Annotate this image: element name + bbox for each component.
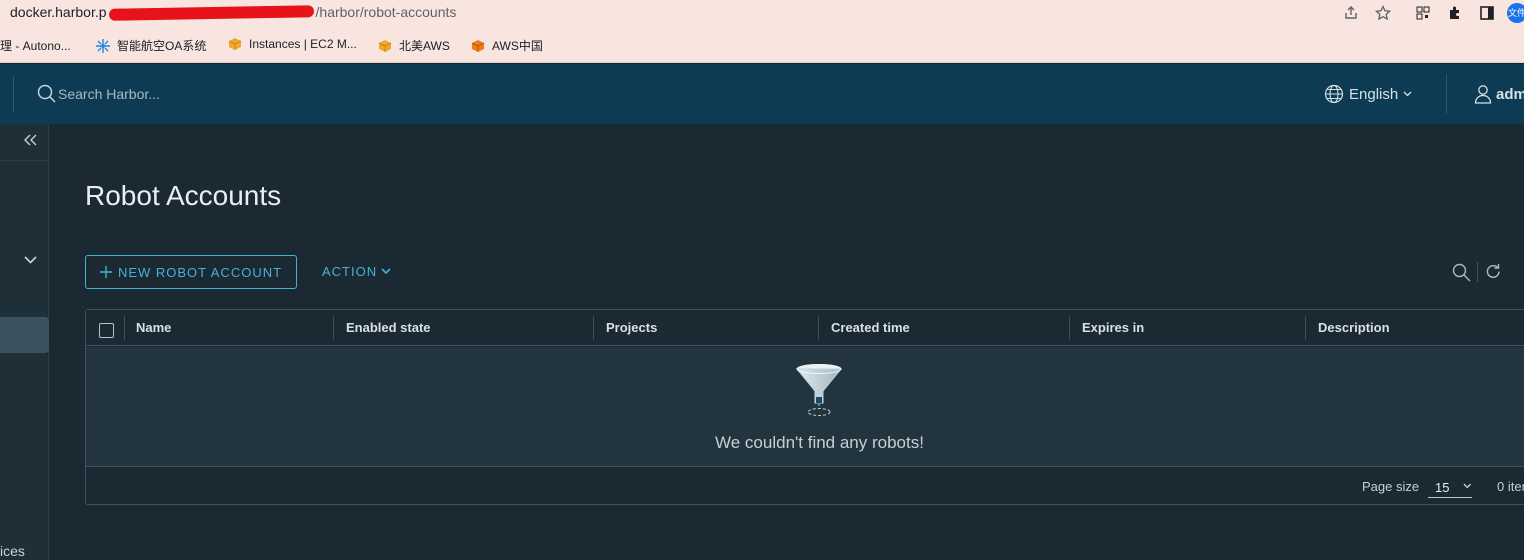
toolbar-divider [1477,262,1478,282]
bookmark-label: Instances | EC2 M... [249,37,357,51]
chevron-down-icon [381,268,391,275]
sidebar-divider [0,160,49,161]
bookmark-item[interactable]: Instances | EC2 M... [228,37,357,51]
chevron-down-icon [1463,483,1472,489]
table-empty-state: We couldn't find any robots! [86,347,1524,467]
bookmark-item[interactable]: 管理 - Autono... [0,37,71,54]
search-input[interactable] [58,83,318,105]
sidebar-item-label[interactable]: ices [0,543,25,559]
item-count: 0 items [1497,479,1524,494]
sidebar: ices [0,124,49,560]
column-header-description[interactable]: Description [1318,310,1390,346]
share-icon[interactable] [1342,4,1360,22]
refresh-icon[interactable] [1485,263,1502,280]
action-label: ACTION [322,264,378,279]
globe-icon [1324,84,1344,104]
sidebar-item-robot-accounts[interactable] [0,317,49,353]
url-prefix: docker.harbor.p [10,4,107,20]
collapse-sidebar-icon[interactable] [24,134,38,146]
username: admin [1496,85,1524,103]
new-robot-account-label: NEW ROBOT ACCOUNT [117,264,283,280]
column-divider[interactable] [1305,316,1306,340]
bookmark-label: 北美AWS [399,39,450,53]
column-divider[interactable] [333,316,334,340]
header-divider [1446,74,1447,114]
column-header-created-time[interactable]: Created time [831,310,910,346]
search-icon[interactable] [37,84,57,104]
aws-cube-icon [471,39,485,52]
empty-message: We couldn't find any robots! [715,433,924,452]
column-divider[interactable] [1069,316,1070,340]
qr-code-icon[interactable] [1414,4,1432,22]
plus-icon [99,266,112,278]
page-size-select[interactable]: 15 [1428,476,1472,498]
browser-address-bar[interactable]: docker.harbor.p/harbor/robot-accounts 文件 [0,0,1524,27]
chevron-down-icon [1403,91,1412,97]
column-header-enabled-state[interactable]: Enabled state [346,310,431,346]
action-dropdown-button[interactable]: ACTION [322,264,391,279]
bookmarks-bar: 管理 - Autono... 智能航空OA系统 Instances | EC2 … [0,27,1524,63]
column-header-projects[interactable]: Projects [606,310,657,346]
page-title: Robot Accounts [85,180,282,211]
url-text[interactable]: docker.harbor.p/harbor/robot-accounts [10,4,457,22]
robot-accounts-table: Name Enabled state Projects Created time… [85,309,1524,505]
bookmark-item[interactable]: 智能航空OA系统 [96,37,206,54]
language-dropdown[interactable]: English [1324,84,1412,104]
flower-logo-icon [96,38,110,53]
bookmark-label: 智能航空OA系统 [117,39,207,53]
new-robot-account-button[interactable]: NEW ROBOT ACCOUNT [85,255,297,289]
profile-avatar[interactable]: 文件 [1507,3,1524,23]
user-icon [1474,85,1492,104]
side-panel-icon[interactable] [1478,4,1496,22]
column-divider [124,316,125,340]
url-path: /harbor/robot-accounts [315,4,457,20]
aws-box-icon [228,38,242,50]
bookmark-item[interactable]: 北美AWS [378,37,450,54]
app-header: English admin [0,64,1524,124]
page-size-label: Page size [1362,479,1420,494]
funnel-icon [795,364,843,416]
chevron-down-icon[interactable] [24,256,37,264]
redaction-mark [108,5,314,22]
user-menu[interactable]: admin [1474,84,1524,104]
aws-box-icon [378,39,392,52]
language-label: English [1349,85,1399,103]
column-header-expires-in[interactable]: Expires in [1082,310,1144,346]
bookmark-star-icon[interactable] [1374,4,1392,22]
column-header-name[interactable]: Name [136,310,171,346]
column-divider[interactable] [818,316,819,340]
table-footer: Page size 15 0 items [86,468,1524,504]
select-all-checkbox[interactable] [99,323,114,338]
column-divider[interactable] [593,316,594,340]
page-size-value: 15 [1435,480,1450,495]
header-divider [13,76,14,112]
search-icon[interactable] [1452,263,1471,282]
bookmark-item[interactable]: AWS中国 [471,37,543,54]
bookmark-label: AWS中国 [492,39,543,53]
bookmark-label: 管理 - Autono... [0,39,71,53]
table-header: Name Enabled state Projects Created time… [86,310,1524,346]
extensions-puzzle-icon[interactable] [1446,4,1464,22]
